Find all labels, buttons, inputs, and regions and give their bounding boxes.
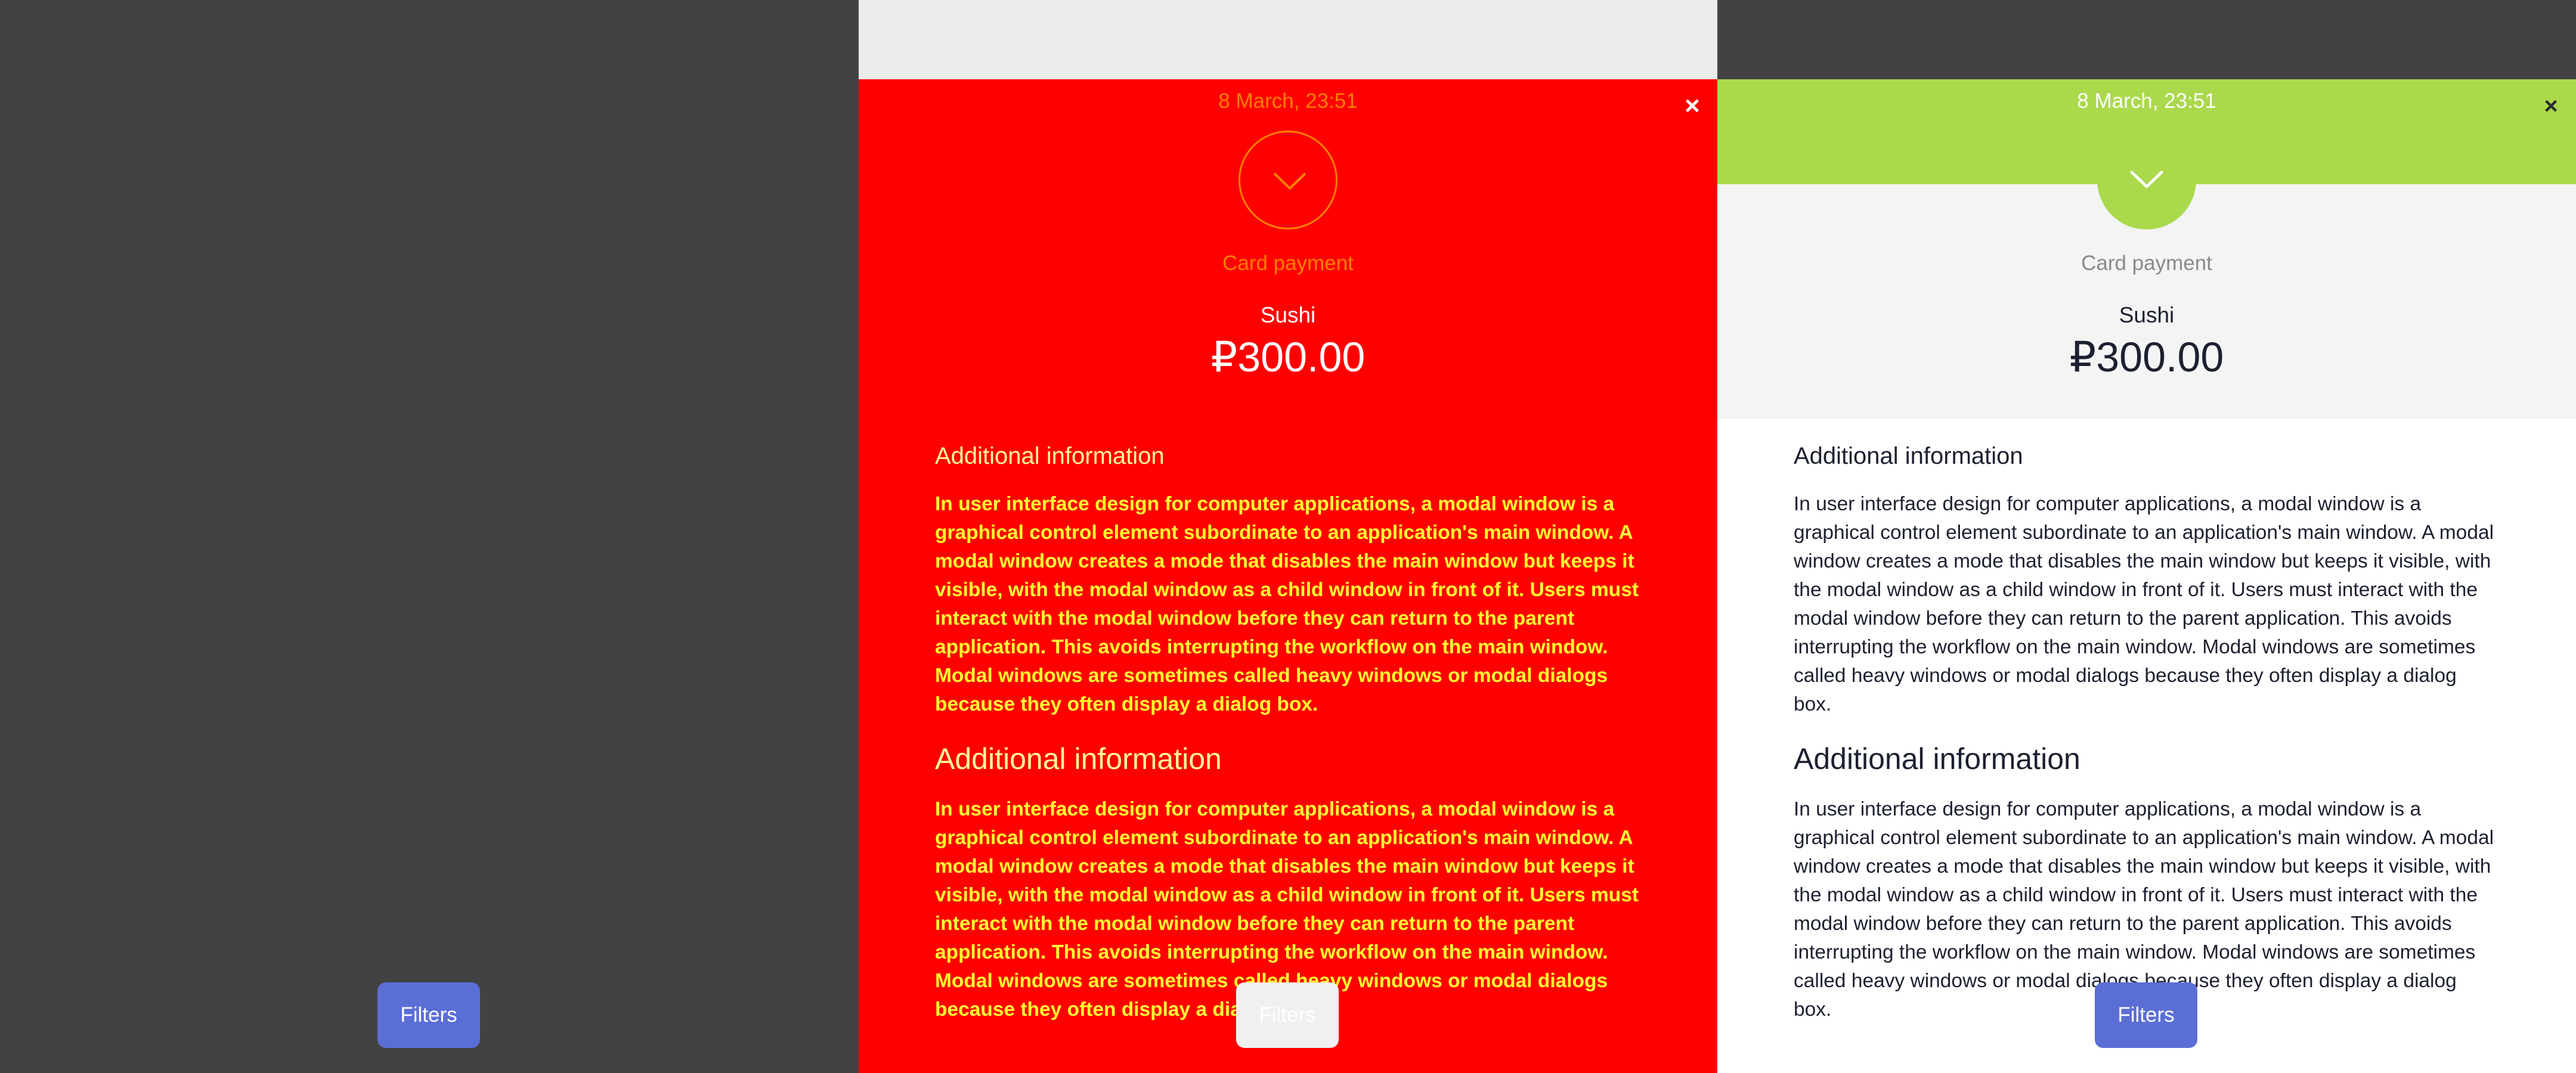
merchant-name: Sushi [1260,303,1316,327]
left-panel: Filters [0,0,859,1073]
merchant-name: Sushi [2119,303,2175,327]
right-panel: 8 March, 23:51 × Card payment Sushi ₽300… [1717,0,2576,1073]
background-page [859,0,1717,79]
section-body-1: In user interface design for computer ap… [935,493,1639,715]
chevron-down-icon [1274,173,1306,190]
section-body-1: In user interface design for computer ap… [1794,493,2494,715]
section-title-small: Additional information [1794,443,2023,469]
middle-panel: 8 March, 23:51 × Card payment Sushi ₽300… [859,0,1717,1073]
chevron-down-icon [2130,170,2163,188]
filters-button[interactable]: Filters [2095,982,2197,1048]
section-title-large: Additional information [935,742,1222,776]
payment-type: Card payment [1222,252,1354,275]
status-circle [1239,131,1337,230]
close-icon[interactable]: × [1676,89,1709,123]
transaction-date: 8 March, 23:51 [1218,89,1358,113]
payment-amount: ₽300.00 [2069,334,2224,380]
filters-button[interactable]: Filters [1236,982,1339,1048]
payment-amount: ₽300.00 [1210,334,1366,380]
section-title-large: Additional information [1794,742,2080,776]
status-circle [2097,131,2196,230]
section-title-small: Additional information [935,443,1165,469]
transaction-date: 8 March, 23:51 [2077,89,2216,113]
payment-type: Card payment [2081,252,2212,275]
filters-button[interactable]: Filters [377,982,480,1048]
close-icon[interactable]: × [2534,89,2568,123]
